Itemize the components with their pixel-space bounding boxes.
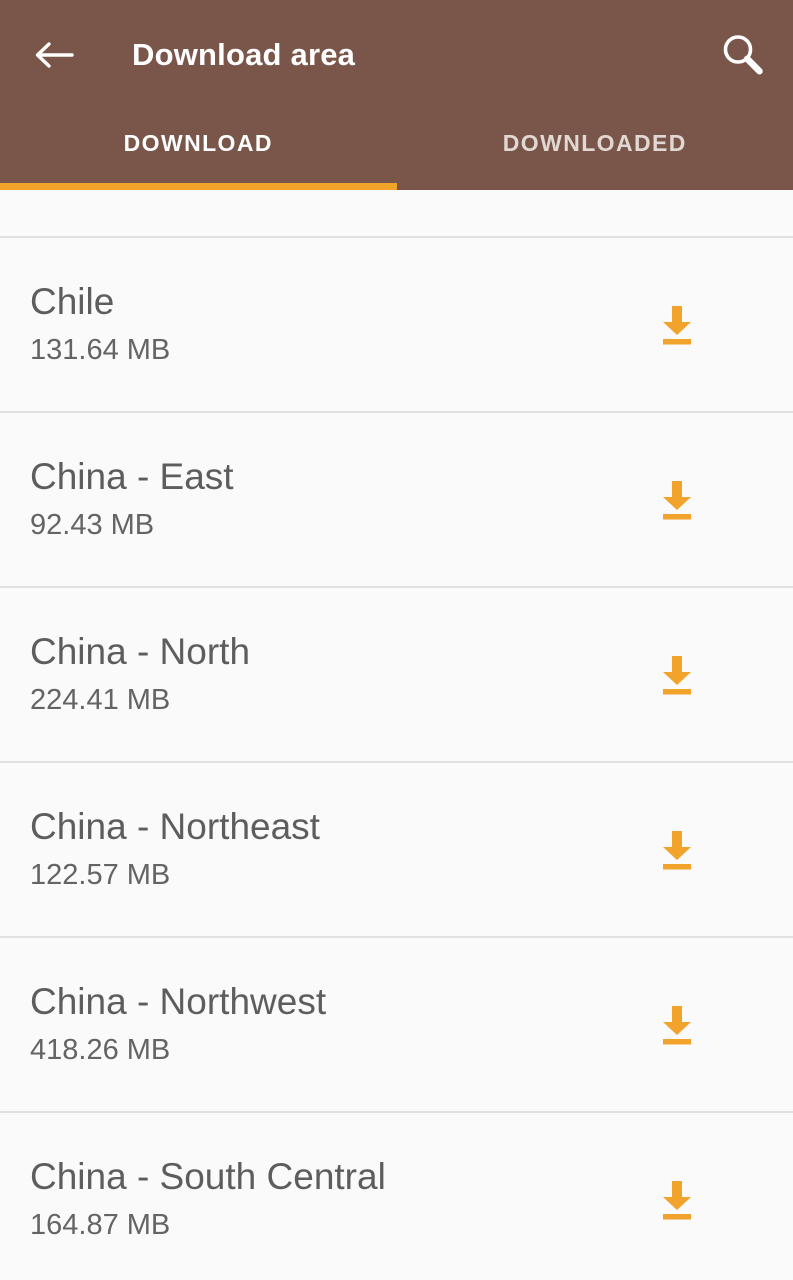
app-bar-top: Download area xyxy=(0,0,793,110)
region-size: 418.26 MB xyxy=(30,1034,171,1067)
row-text: China - South Central 164.87 MB xyxy=(30,1156,639,1243)
download-button[interactable] xyxy=(639,987,715,1063)
download-button[interactable] xyxy=(639,637,715,713)
tab-bar: DOWNLOAD DOWNLOADED xyxy=(0,110,793,190)
download-button[interactable] xyxy=(639,462,715,538)
region-name: China - Northwest xyxy=(30,980,327,1022)
download-icon xyxy=(657,652,697,698)
region-name: Chile xyxy=(30,280,115,322)
row-text: China - Northwest 418.26 MB xyxy=(30,981,639,1068)
search-button[interactable] xyxy=(713,26,771,84)
row-text: China - Northeast 122.57 MB xyxy=(30,806,639,893)
download-icon xyxy=(657,827,697,873)
download-button[interactable] xyxy=(639,1162,715,1238)
row-text: China - East 92.43 MB xyxy=(30,456,639,543)
back-button[interactable] xyxy=(28,29,80,81)
download-list: Chile 131.64 MB China - East 92.43 MB Ch… xyxy=(0,190,793,1280)
arrow-left-icon xyxy=(32,35,76,75)
region-size: 92.43 MB xyxy=(30,509,155,542)
tab-downloaded[interactable]: DOWNLOADED xyxy=(397,110,793,190)
page-title: Download area xyxy=(132,37,356,72)
download-button[interactable] xyxy=(639,812,715,888)
row-text: Chile 131.64 MB xyxy=(30,281,639,368)
list-top-spacer xyxy=(0,190,793,238)
table-row[interactable]: China - North 224.41 MB xyxy=(0,588,793,763)
tab-download[interactable]: DOWNLOAD xyxy=(0,110,397,190)
search-icon xyxy=(717,30,767,80)
region-size: 224.41 MB xyxy=(30,684,171,717)
tab-active-indicator xyxy=(0,183,397,190)
row-text: China - North 224.41 MB xyxy=(30,631,639,718)
app-bar: Download area DOWNLOAD DOWNLOADED xyxy=(0,0,793,190)
download-icon xyxy=(657,302,697,348)
table-row[interactable]: China - Northwest 418.26 MB xyxy=(0,938,793,1113)
table-row[interactable]: China - South Central 164.87 MB xyxy=(0,1113,793,1280)
region-name: China - East xyxy=(30,455,234,497)
download-icon xyxy=(657,1177,697,1223)
table-row[interactable]: China - East 92.43 MB xyxy=(0,413,793,588)
region-size: 122.57 MB xyxy=(30,859,171,892)
region-size: 131.64 MB xyxy=(30,334,171,367)
region-name: China - South Central xyxy=(30,1155,386,1197)
download-icon xyxy=(657,1002,697,1048)
download-area-screen: Download area DOWNLOAD DOWNLOADED Chile … xyxy=(0,0,793,1280)
region-name: China - Northeast xyxy=(30,805,320,847)
table-row[interactable]: Chile 131.64 MB xyxy=(0,238,793,413)
region-name: China - North xyxy=(30,630,251,672)
download-button[interactable] xyxy=(639,287,715,363)
region-size: 164.87 MB xyxy=(30,1209,171,1242)
table-row[interactable]: China - Northeast 122.57 MB xyxy=(0,763,793,938)
tab-downloaded-label: DOWNLOADED xyxy=(502,129,687,156)
download-icon xyxy=(657,477,697,523)
tab-download-label: DOWNLOAD xyxy=(123,129,273,156)
